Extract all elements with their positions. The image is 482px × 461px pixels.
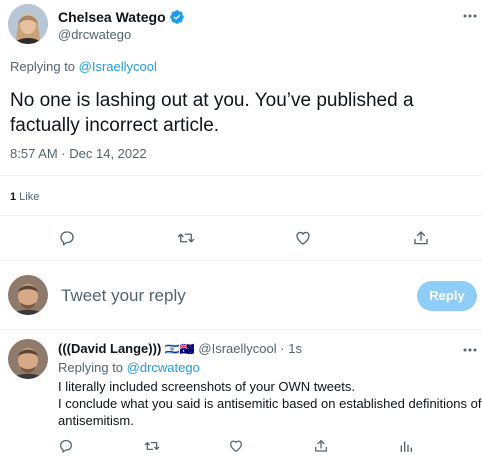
author-handle[interactable]: @drcwatego — [58, 27, 131, 42]
replying-to-prefix: Replying to — [10, 59, 79, 74]
reply-author-avatar[interactable] — [8, 339, 48, 379]
reply-author-flags: 🇮🇱🇦🇺 — [164, 342, 195, 356]
reply-text-line-3: antisemitism. — [58, 413, 134, 428]
reply-replying-to-line: Replying to @drcwatego — [58, 360, 200, 375]
reply-retweet-icon[interactable] — [143, 438, 161, 454]
reply-text-line-1: I literally included screenshots of your… — [58, 379, 355, 394]
reply-header: (((David Lange))) 🇮🇱🇦🇺 @Israellycool · 1… — [58, 341, 302, 356]
composer-avatar[interactable] — [8, 275, 48, 315]
share-icon[interactable] — [412, 229, 430, 247]
reply-text-line-2: I conclude what you said is antisemitic … — [58, 396, 482, 411]
author-name[interactable]: Chelsea Watego — [58, 9, 166, 25]
analytics-icon[interactable] — [398, 438, 414, 454]
divider-1 — [0, 175, 482, 176]
divider-2 — [0, 215, 482, 216]
reply-separator: · — [276, 341, 289, 356]
reply-more-icon[interactable] — [462, 344, 478, 356]
reply-time[interactable]: 1s — [288, 341, 302, 356]
reply-reply-icon[interactable] — [58, 438, 74, 454]
likes-count-line[interactable]: 1 Like — [10, 191, 39, 203]
tweet-timestamp[interactable]: 8:57 AM · Dec 14, 2022 — [10, 146, 147, 161]
more-icon[interactable] — [462, 10, 478, 22]
divider-3 — [0, 260, 482, 261]
reply-like-icon[interactable] — [228, 438, 244, 454]
author-avatar[interactable] — [8, 4, 48, 44]
reply-share-icon[interactable] — [313, 438, 329, 454]
likes-label: Like — [16, 191, 40, 203]
retweet-icon[interactable] — [176, 229, 196, 247]
tweet-text: No one is lashing out at you. You’ve pub… — [10, 90, 414, 136]
like-icon[interactable] — [294, 229, 312, 247]
reply-replying-to-prefix: Replying to — [58, 360, 127, 375]
reply-replying-to-link[interactable]: @drcwatego — [127, 360, 200, 375]
reply-icon[interactable] — [58, 229, 76, 247]
verified-badge-icon — [169, 9, 185, 25]
replying-to-link[interactable]: @Israellycool — [79, 59, 157, 74]
reply-author-handle[interactable]: @Israellycool — [198, 341, 276, 356]
divider-4 — [0, 329, 482, 330]
reply-button[interactable]: Reply — [417, 281, 477, 311]
replying-to-line: Replying to @Israellycool — [10, 59, 157, 74]
reply-input[interactable]: Tweet your reply — [61, 286, 401, 306]
reply-author-name[interactable]: (((David Lange))) — [58, 341, 161, 356]
